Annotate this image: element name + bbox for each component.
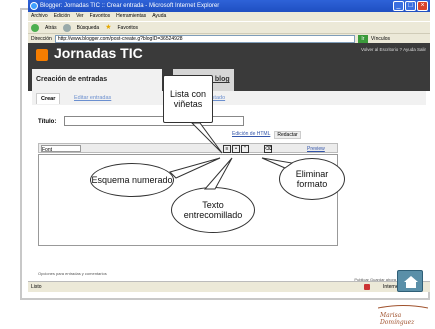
browser-window: Blogger: Jornadas TIC :: Crear entrada -…	[28, 0, 430, 292]
editor-modes: Edición de HTML Redactar	[232, 131, 301, 139]
address-input[interactable]: http://www.blogger.com/post-create.g?blo…	[54, 35, 355, 43]
preview-link[interactable]: Preview	[307, 146, 325, 152]
minimize-button[interactable]: _	[393, 1, 404, 11]
address-bar: Dirección http://www.blogger.com/post-cr…	[28, 33, 430, 43]
main-tabs: Creación de entradas Diseño Ver blog	[28, 69, 430, 91]
title-input[interactable]	[64, 116, 244, 126]
close-button[interactable]: ×	[417, 1, 428, 11]
quote-button[interactable]: "	[241, 145, 249, 153]
maximize-button[interactable]: □	[405, 1, 416, 11]
status-text: Listo	[31, 284, 42, 290]
callout-bulleted-list: Lista con viñetas	[163, 75, 213, 123]
page-content: Jornadas TIC Volver al Escritorio ? Ayud…	[28, 43, 430, 282]
favorites-icon[interactable]: ★	[105, 22, 111, 34]
menu-edicion[interactable]: Edición	[54, 12, 70, 21]
font-select[interactable]: Font	[41, 145, 81, 153]
home-icon	[404, 276, 418, 288]
format-toolbar: Font ≡ • " ⌫	[38, 143, 338, 153]
callout-remove-format: Eliminar formato	[279, 158, 345, 200]
compose-mode-tab[interactable]: Redactar	[274, 131, 301, 139]
links-label[interactable]: Vínculos	[371, 34, 390, 43]
security-icon	[364, 284, 370, 290]
forward-icon[interactable]	[62, 23, 71, 32]
numbered-list-button[interactable]: ≡	[223, 145, 231, 153]
home-button[interactable]	[397, 270, 423, 292]
menu-ayuda[interactable]: Ayuda	[152, 12, 166, 21]
favorites-button[interactable]: Favoritos	[117, 22, 138, 34]
signature-swoosh	[378, 305, 428, 309]
menu-herramientas[interactable]: Herramientas	[116, 12, 146, 21]
tab-creation[interactable]: Creación de entradas	[32, 69, 162, 91]
menu-ver[interactable]: Ver	[76, 12, 84, 21]
window-controls: _ □ ×	[393, 1, 428, 11]
header-links[interactable]: Volver al Escritorio ? Ayuda Salir	[361, 47, 426, 52]
blogger-header: Jornadas TIC Volver al Escritorio ? Ayud…	[28, 43, 430, 91]
menu-archivo[interactable]: Archivo	[31, 12, 48, 21]
browser-toolbar: Atrás Búsqueda ★ Favoritos	[28, 21, 430, 33]
bulleted-list-button[interactable]: •	[232, 145, 240, 153]
status-bar: Listo Internet	[28, 281, 430, 292]
title-label: Título:	[38, 119, 57, 125]
callout-quoted-text: Texto entrecomillado	[171, 187, 255, 233]
menu-favoritos[interactable]: Favoritos	[90, 12, 111, 21]
title-bar: Blogger: Jornadas TIC :: Crear entrada -…	[28, 0, 430, 12]
subtab-create[interactable]: Crear	[36, 93, 61, 104]
address-label: Dirección	[31, 36, 52, 42]
ie-icon	[30, 2, 38, 10]
subtab-edit[interactable]: Editar entradas	[74, 91, 111, 105]
window-title: Blogger: Jornadas TIC :: Crear entrada -…	[40, 3, 220, 9]
slide: Blogger: Jornadas TIC :: Crear entrada -…	[0, 0, 435, 329]
back-icon[interactable]	[31, 23, 39, 32]
blog-title: Jornadas TIC	[54, 45, 143, 61]
post-options-link[interactable]: Opciones para entradas y comentarios	[38, 271, 107, 276]
callout-numbered-outline: Esquema numerado	[90, 163, 174, 197]
sub-tabs: Crear Editar entradas Estado	[32, 91, 426, 105]
search-button[interactable]: Búsqueda	[77, 22, 100, 34]
go-button[interactable]: Ir	[357, 35, 368, 43]
menu-bar: Archivo Edición Ver Favoritos Herramient…	[28, 12, 430, 21]
author-signature: Marisa Domínguez	[380, 312, 415, 326]
blogger-logo-icon	[36, 49, 48, 61]
remove-format-button[interactable]: ⌫	[264, 145, 272, 153]
html-mode-tab[interactable]: Edición de HTML	[232, 131, 270, 139]
back-label[interactable]: Atrás	[45, 22, 57, 34]
